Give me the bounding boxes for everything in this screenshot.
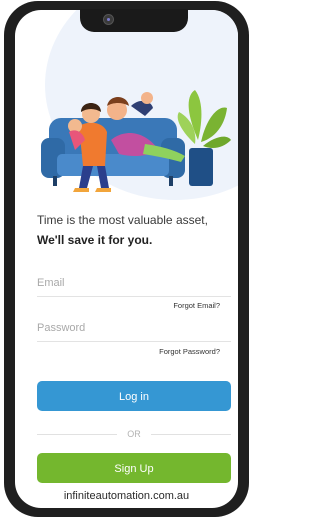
password-field[interactable] xyxy=(37,315,231,342)
plant-illustration xyxy=(177,90,231,186)
or-divider: OR xyxy=(37,428,231,440)
tagline: Time is the most valuable asset, We'll s… xyxy=(37,210,237,250)
tagline-line1: Time is the most valuable asset, xyxy=(37,213,208,227)
tagline-line2: We'll save it for you. xyxy=(37,233,153,247)
signup-button[interactable]: Sign Up xyxy=(37,453,231,483)
website-footer: infiniteautomation.com.au xyxy=(63,490,190,502)
login-button[interactable]: Log in xyxy=(37,381,231,411)
app-screen: Time is the most valuable asset, We'll s… xyxy=(15,10,238,508)
camera-icon xyxy=(103,14,114,25)
forgot-password-link[interactable]: Forgot Password? xyxy=(159,347,220,356)
phone-notch xyxy=(80,9,188,32)
child-illustration xyxy=(68,103,111,192)
or-label: OR xyxy=(127,429,141,439)
email-field[interactable] xyxy=(37,270,231,297)
family-sofa-illustration xyxy=(41,90,231,192)
forgot-email-link[interactable]: Forgot Email? xyxy=(173,301,220,310)
phone-frame: Time is the most valuable asset, We'll s… xyxy=(4,1,249,517)
